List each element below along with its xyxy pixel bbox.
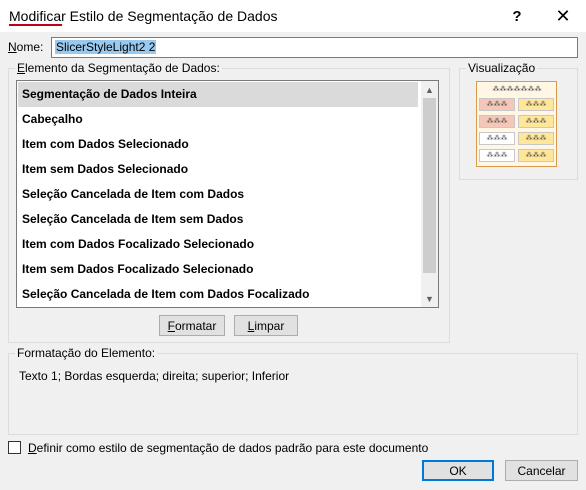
preview-group-title: Visualização (466, 61, 538, 75)
ok-button[interactable]: OK (422, 460, 494, 481)
list-item[interactable]: Segmentação de Dados Inteira (18, 82, 418, 107)
help-button[interactable]: ? (494, 0, 540, 32)
preview-cell: ⁂⁂⁂ (479, 115, 515, 128)
slicer-element-items: Segmentação de Dados Inteira Cabeçalho I… (18, 82, 418, 307)
scroll-down-icon[interactable]: ▼ (421, 290, 438, 307)
window-title-rest: Estilo de Segmentação de Dados (65, 8, 278, 24)
list-scrollbar[interactable]: ▲ ▼ (421, 81, 438, 307)
name-label-rest: ome: (16, 40, 44, 54)
preview-cell: ⁂⁂⁂ (518, 149, 554, 162)
cancel-button[interactable]: Cancelar (505, 460, 578, 481)
list-item[interactable]: Item sem Dados Selecionado (18, 157, 418, 182)
slicer-element-list[interactable]: Segmentação de Dados Inteira Cabeçalho I… (16, 80, 439, 308)
slicer-preview: ⁂⁂⁂⁂⁂⁂⁂ ⁂⁂⁂ ⁂⁂⁂ ⁂⁂⁂ ⁂⁂⁂ ⁂⁂⁂ ⁂⁂⁂ ⁂⁂⁂ ⁂⁂⁂ (476, 81, 557, 167)
close-button[interactable]: ✕ (540, 0, 586, 32)
slicer-element-group-title: Elemento da Segmentação de Dados: (15, 61, 222, 75)
list-item[interactable]: Seleção Cancelada de Item com Dados Foca… (18, 282, 418, 307)
checkbox-label-key: D (28, 441, 37, 455)
clear-button[interactable]: Limpar (234, 315, 298, 336)
list-item[interactable]: Seleção Cancelada de Item sem Dados (18, 207, 418, 232)
checkbox-label-rest: efinir como estilo de segmentação de dad… (36, 441, 429, 455)
scroll-up-icon[interactable]: ▲ (421, 81, 438, 98)
element-format-description: Texto 1; Bordas esquerda; direita; super… (19, 369, 290, 383)
preview-cell: ⁂⁂⁂ (479, 132, 515, 145)
element-format-title: Formatação do Elemento: (15, 346, 158, 360)
title-underline (9, 24, 62, 26)
name-label-key: N (8, 40, 17, 54)
preview-cell: ⁂⁂⁂ (518, 132, 554, 145)
name-input[interactable]: SlicerStyleLight2 2 (51, 37, 578, 58)
format-button-key: F (167, 318, 175, 333)
name-input-value: SlicerStyleLight2 2 (55, 40, 157, 54)
list-item[interactable]: Cabeçalho (18, 107, 418, 132)
list-item[interactable]: Item com Dados Focalizado Selecionado (18, 232, 418, 257)
preview-cell: ⁂⁂⁂ (518, 115, 554, 128)
slicer-element-title-rest: lemento da Segmentação de Dados: (25, 61, 220, 75)
preview-cell: ⁂⁂⁂ (479, 149, 515, 162)
element-format-group: Formatação do Elemento: (8, 346, 578, 435)
default-style-checkbox-label[interactable]: Definir como estilo de segmentação de da… (28, 441, 428, 455)
window-title-key: Modificar (9, 8, 66, 24)
slicer-element-title-key: E (17, 61, 26, 75)
clear-button-key: L (247, 318, 255, 333)
format-button[interactable]: Formatar (159, 315, 225, 336)
preview-cell: ⁂⁂⁂ (479, 98, 515, 111)
preview-header: ⁂⁂⁂⁂⁂⁂⁂ (492, 85, 542, 93)
list-item[interactable]: Seleção Cancelada de Item com Dados (18, 182, 418, 207)
window-title: Modificar Estilo de Segmentação de Dados (9, 8, 278, 24)
title-bar: Modificar Estilo de Segmentação de Dados… (0, 0, 586, 32)
name-label: Nome: (8, 40, 43, 54)
list-item[interactable]: Item com Dados Selecionado (18, 132, 418, 157)
clear-button-rest: impar (254, 318, 285, 333)
default-style-checkbox[interactable] (8, 441, 21, 454)
scroll-thumb[interactable] (423, 98, 436, 273)
format-button-rest: ormatar (175, 318, 217, 333)
preview-cell: ⁂⁂⁂ (518, 98, 554, 111)
list-item[interactable]: Item sem Dados Focalizado Selecionado (18, 257, 418, 282)
